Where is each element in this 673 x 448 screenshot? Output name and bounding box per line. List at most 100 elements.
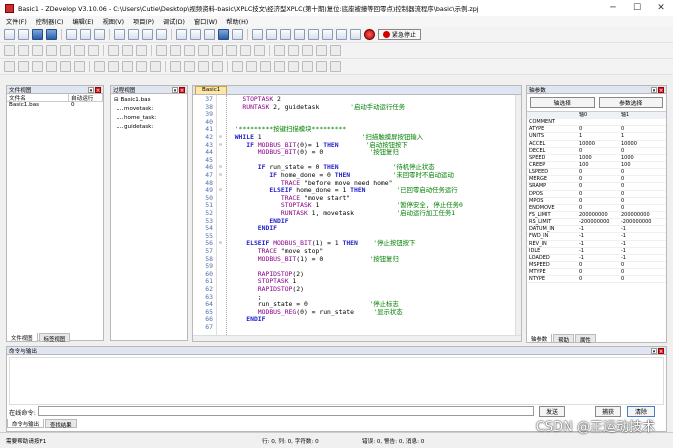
connect-icon[interactable] <box>218 29 229 40</box>
tab-file-view[interactable]: 文件视图 <box>6 333 38 342</box>
layer-bottom-icon[interactable] <box>212 61 223 72</box>
table-row[interactable]: ACCEL 10000 10000 <box>527 141 666 148</box>
line-tool-icon[interactable] <box>4 45 15 56</box>
lamp-tool-icon[interactable] <box>184 45 195 56</box>
select-axis-button[interactable]: 轴选择 <box>530 97 595 108</box>
fold-icon[interactable]: ⊖ <box>219 240 222 248</box>
tab-axis-param[interactable]: 轴参数 <box>526 334 553 343</box>
output-area[interactable] <box>9 357 664 405</box>
tree-root[interactable]: ⊟ Basic1.bas <box>114 96 187 105</box>
table-row[interactable]: REV_IN -1 -1 <box>527 241 666 248</box>
code-line[interactable]: 44 MODBUS_BIT(0) = 0 '按钮复归 <box>193 148 521 157</box>
ladder-contact-icon[interactable] <box>232 61 243 72</box>
table-row[interactable]: Basic1.bas 0 <box>7 102 103 110</box>
step-out-icon[interactable] <box>308 29 319 40</box>
editor-tab-basic1[interactable]: Basic1 <box>195 86 228 94</box>
emergency-stop-button[interactable]: 紧急停止 <box>378 29 422 40</box>
rect-tool-icon[interactable] <box>32 45 43 56</box>
col-filename[interactable]: 文件名 <box>7 94 69 102</box>
space-horizontal-icon[interactable] <box>136 61 147 72</box>
pause-icon[interactable] <box>266 29 277 40</box>
pin-icon[interactable]: ▾ <box>172 86 178 94</box>
switch-tool-icon[interactable] <box>170 45 181 56</box>
close-panel-icon[interactable]: × <box>95 86 101 94</box>
fold-icon[interactable]: ⊖ <box>219 164 222 172</box>
same-height-icon[interactable] <box>108 61 119 72</box>
maximize-button[interactable]: ☐ <box>625 3 649 13</box>
menu-help[interactable]: 帮助(H) <box>226 17 248 26</box>
close-panel-icon[interactable]: × <box>179 86 185 94</box>
find-icon[interactable] <box>142 29 153 40</box>
table-row[interactable]: SRAMP 0 0 <box>527 183 666 191</box>
redo-icon[interactable] <box>128 29 139 40</box>
tab-find-results[interactable]: 查找结果 <box>44 419 77 429</box>
table-row[interactable]: RS_LIMIT -200000000 -200000000 <box>527 219 666 227</box>
table-row[interactable]: CREEP 100 100 <box>527 162 666 170</box>
minimize-button[interactable]: ─ <box>601 3 625 13</box>
tab-command-output[interactable]: 命令与输出 <box>7 419 44 428</box>
table-row[interactable]: FWD_IN -1 -1 <box>527 233 666 241</box>
group-tool-icon[interactable] <box>274 45 285 56</box>
tree-node-guidetask[interactable]: guidetask: <box>114 123 187 132</box>
code-line[interactable]: 67 <box>193 323 521 332</box>
new-file-icon[interactable] <box>4 29 15 40</box>
menu-view[interactable]: 视图(V) <box>103 17 124 26</box>
bar-tool-icon[interactable] <box>240 45 251 56</box>
no-entry-icon[interactable] <box>364 29 375 40</box>
table-row[interactable]: LSPEED 0 0 <box>527 169 666 177</box>
menu-project[interactable]: 项目(P) <box>133 17 154 26</box>
polyline-tool-icon[interactable] <box>18 45 29 56</box>
col-autorun[interactable]: 自动运行 <box>69 94 103 102</box>
button-tool-icon[interactable] <box>156 45 167 56</box>
image-tool-icon[interactable] <box>136 45 147 56</box>
scope-icon[interactable] <box>232 29 243 40</box>
align-right-icon[interactable] <box>18 61 29 72</box>
table-row[interactable]: ENDMOVE 0 0 <box>527 205 666 212</box>
tree-node-home-task[interactable]: home_task: <box>114 114 187 123</box>
ellipse-tool-icon[interactable] <box>60 45 71 56</box>
menu-file[interactable]: 文件(F) <box>6 17 27 26</box>
menu-window[interactable]: 窗口(W) <box>194 17 217 26</box>
table-row[interactable]: MERGE 0 0 <box>527 176 666 184</box>
table-row[interactable]: FS_LIMIT 200000000 200000000 <box>527 212 666 220</box>
ungroup-tool-icon[interactable] <box>288 45 299 56</box>
list-tool-icon[interactable] <box>316 45 327 56</box>
table-row[interactable]: DECEL 0 0 <box>527 148 666 155</box>
step-into-icon[interactable] <box>280 29 291 40</box>
pin-icon[interactable]: ▾ <box>651 347 657 355</box>
menu-controller[interactable]: 控制器(C) <box>36 17 64 26</box>
table-row[interactable]: COMMENT <box>527 119 666 127</box>
select-param-button[interactable]: 参数选择 <box>598 97 663 108</box>
table-row[interactable]: NTYPE 0 0 <box>527 276 666 284</box>
horizontal-scrollbar[interactable] <box>193 335 521 341</box>
open-file-icon[interactable] <box>18 29 29 40</box>
replace-icon[interactable] <box>156 29 167 40</box>
menu-edit[interactable]: 编辑(E) <box>72 17 93 26</box>
fold-icon[interactable]: ⊖ <box>219 187 222 195</box>
ladder-func-icon[interactable] <box>302 61 313 72</box>
download-ram-icon[interactable] <box>190 29 201 40</box>
align-bottom-icon[interactable] <box>46 61 57 72</box>
ladder-hline-icon[interactable] <box>316 61 327 72</box>
cut-icon[interactable] <box>66 29 77 40</box>
tab-properties[interactable]: 属性 <box>574 334 596 344</box>
ladder-vline-icon[interactable] <box>330 61 341 72</box>
chart-tool-icon[interactable] <box>226 45 237 56</box>
tab-label-view[interactable]: 标签视图 <box>38 333 71 343</box>
arc-tool-icon[interactable] <box>74 45 85 56</box>
same-width-icon[interactable] <box>94 61 105 72</box>
breakpoint-icon[interactable] <box>322 29 333 40</box>
align-middle-icon[interactable] <box>74 61 85 72</box>
polygon-tool-icon[interactable] <box>88 45 99 56</box>
menu-tool-icon[interactable] <box>330 45 341 56</box>
code-line[interactable]: 38 RUNTASK 2, guidetask '启动手动运行任务 <box>193 103 521 112</box>
table-row[interactable]: MSPEED 0 0 <box>527 262 666 270</box>
ladder-set-icon[interactable] <box>274 61 285 72</box>
table-row[interactable]: MPOS 0 0 <box>527 198 666 205</box>
code-line[interactable]: 54 ENDIF <box>193 224 521 233</box>
code-line[interactable]: 58 MODBUS_BIT(1) = 0 '按钮复归 <box>193 255 521 264</box>
run-icon[interactable] <box>252 29 263 40</box>
text-tool-icon[interactable] <box>108 45 119 56</box>
string-tool-icon[interactable] <box>212 45 223 56</box>
table-tool-icon[interactable] <box>122 45 133 56</box>
